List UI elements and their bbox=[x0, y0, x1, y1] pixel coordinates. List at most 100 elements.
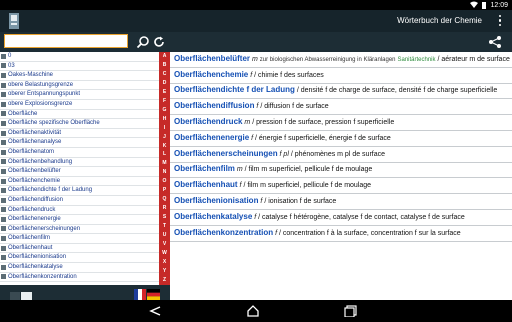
alphabet-letter[interactable]: E bbox=[159, 89, 170, 95]
entry-subject-link[interactable]: Sanitärtechnik bbox=[397, 57, 435, 63]
dictionary-entry[interactable]: Oberflächenenergie f / énergie f superfi… bbox=[170, 131, 512, 147]
entry-term: Oberflächenchemie bbox=[174, 69, 249, 79]
dictionary-entry[interactable]: Oberflächendiffusion f / diffusion f de … bbox=[170, 99, 512, 116]
word-list-label: Oberflächendruck bbox=[8, 206, 56, 213]
word-list-label: Oberflächenhaut bbox=[8, 244, 53, 251]
word-list-item[interactable]: obere Explosionsgrenze bbox=[0, 100, 159, 110]
alphabet-letter[interactable]: N bbox=[159, 170, 170, 175]
alphabet-letter[interactable]: X bbox=[159, 259, 170, 265]
entry-term: Oberflächenerscheinungen bbox=[174, 148, 278, 158]
search-icon[interactable] bbox=[136, 35, 150, 49]
entry-term: Oberflächendichte f der Ladung bbox=[174, 85, 295, 95]
word-list-item[interactable]: Oberflächendruck bbox=[0, 206, 159, 216]
word-list-label: Oberflächenanalyse bbox=[8, 139, 62, 146]
word-list-label: Oberflächenchemie bbox=[8, 177, 61, 184]
alphabet-letter[interactable]: B bbox=[159, 62, 170, 68]
word-entry-icon bbox=[1, 216, 6, 222]
dictionary-entry[interactable]: Oberflächenfilm m / film m superficiel, … bbox=[170, 163, 512, 179]
alphabet-letter[interactable]: L bbox=[159, 152, 170, 157]
wifi-icon bbox=[470, 1, 479, 10]
dictionary-entry[interactable]: Oberflächendichte f der Ladung / densité… bbox=[170, 84, 512, 100]
alphabet-letter[interactable]: U bbox=[159, 233, 170, 238]
word-list-label: Oberflächenfilm bbox=[8, 235, 51, 242]
alphabet-letter[interactable]: M bbox=[159, 161, 170, 166]
alphabet-letter[interactable]: I bbox=[159, 125, 170, 131]
dictionary-entry[interactable]: Oberflächenerscheinungen f pl / phénomèn… bbox=[170, 147, 512, 163]
app-title: Wörterbuch der Chemie bbox=[397, 16, 482, 25]
word-list-item[interactable]: Oberflächenanalyse bbox=[0, 138, 159, 148]
word-list-item[interactable]: Oberflächenchemie bbox=[0, 177, 159, 187]
entry-term: Oberflächenkonzentration bbox=[174, 227, 274, 237]
word-entry-icon bbox=[1, 92, 6, 98]
alphabet-letter[interactable]: K bbox=[159, 143, 170, 149]
word-list-item[interactable]: Oberflächendiffusion bbox=[0, 196, 159, 206]
word-entry-icon bbox=[1, 120, 6, 126]
word-entry-icon bbox=[1, 63, 6, 69]
alphabet-letter[interactable]: T bbox=[159, 224, 170, 229]
back-icon[interactable] bbox=[148, 304, 162, 316]
word-entry-icon bbox=[1, 101, 6, 107]
dictionary-entry[interactable]: Oberflächenionisation f / ionisation f d… bbox=[170, 194, 512, 210]
dictionary-entry[interactable]: Oberflächenhaut f / film m superficiel, … bbox=[170, 178, 512, 195]
word-list-item[interactable]: Oberflächenbelüfter bbox=[0, 167, 159, 177]
dictionary-entry[interactable]: Oberflächenchemie f / chimie f des surfa… bbox=[170, 68, 512, 84]
word-list-item[interactable]: Oberflächendichte f der Ladung bbox=[0, 186, 159, 196]
alphabet-letter[interactable]: S bbox=[159, 215, 170, 220]
alphabet-letter[interactable]: R bbox=[159, 206, 170, 211]
alphabet-letter[interactable]: V bbox=[159, 242, 170, 247]
alphabet-letter[interactable]: P bbox=[159, 188, 170, 193]
word-list-item[interactable]: Oberflächenkatalyse bbox=[0, 263, 159, 273]
word-list-label: Oberflächenenergie bbox=[8, 216, 61, 223]
word-list-item[interactable]: Oberflächenenergie bbox=[0, 215, 159, 225]
app-logo-icon bbox=[6, 12, 22, 30]
alphabet-letter[interactable]: Y bbox=[159, 268, 170, 274]
refresh-icon[interactable] bbox=[152, 35, 166, 49]
word-list-item[interactable]: Oberflächenfilm bbox=[0, 234, 159, 244]
word-list-label: Oberflächenatom bbox=[8, 148, 55, 155]
alphabet-letter[interactable]: G bbox=[159, 107, 170, 113]
alphabet-letter[interactable]: C bbox=[159, 71, 170, 77]
overflow-menu-icon[interactable] bbox=[496, 13, 504, 29]
dictionary-entry[interactable]: Oberflächenkatalyse f / catalyse f hétér… bbox=[170, 210, 512, 226]
dictionary-entry[interactable]: Oberflächenkonzentration f / concentrati… bbox=[170, 226, 512, 242]
word-list-item[interactable]: Oberflächenkonzentration bbox=[0, 273, 159, 283]
alphabet-letter[interactable]: O bbox=[159, 179, 170, 184]
entry-gender: f bbox=[250, 71, 253, 79]
alphabet-letter[interactable]: Z bbox=[159, 277, 170, 283]
word-list-item[interactable]: Oberflächenionisation bbox=[0, 253, 159, 264]
word-list-label: Oberflächenbelüfter bbox=[8, 168, 61, 175]
word-list-item[interactable]: 0 bbox=[0, 52, 159, 62]
word-list-item[interactable]: 03 bbox=[0, 62, 159, 72]
word-list-item[interactable]: Oberfläche spezifische Oberfläche bbox=[0, 119, 159, 129]
entry-gender: f bbox=[275, 229, 278, 237]
word-list-item[interactable]: Oakes-Maschine bbox=[0, 71, 159, 81]
alphabet-letter[interactable]: Q bbox=[159, 197, 170, 202]
language-flag-toggle[interactable] bbox=[134, 287, 160, 300]
search-input[interactable] bbox=[4, 34, 128, 48]
word-list-item[interactable]: oberer Entspannungspunkt bbox=[0, 90, 159, 100]
word-list-item[interactable]: Oberflächenaktivität bbox=[0, 129, 159, 139]
word-list-item[interactable]: Oberflächenerscheinungen bbox=[0, 225, 159, 235]
word-list-item[interactable]: Oberflächenhaut bbox=[0, 244, 159, 254]
alphabet-letter[interactable]: A bbox=[159, 54, 170, 59]
word-entry-icon bbox=[1, 149, 6, 155]
alphabet-letter[interactable]: D bbox=[159, 80, 170, 86]
word-list-label: Oberflächenbehandlung bbox=[8, 158, 73, 165]
dictionary-entry[interactable]: Oberflächendruck m / pression f de surfa… bbox=[170, 115, 512, 131]
word-entry-icon bbox=[1, 140, 6, 146]
entry-translation: / film m superficiel, pellicule f de mou… bbox=[244, 166, 373, 174]
word-list-item[interactable]: obere Belastungsgrenze bbox=[0, 81, 159, 91]
home-icon[interactable] bbox=[246, 304, 260, 317]
alphabet-letter[interactable]: J bbox=[159, 134, 170, 140]
alphabet-letter[interactable]: F bbox=[159, 98, 170, 104]
recents-icon[interactable] bbox=[344, 304, 358, 318]
word-list-item[interactable]: Oberflächenbehandlung bbox=[0, 158, 159, 168]
word-list-item[interactable]: Oberflächenatom bbox=[0, 148, 159, 158]
dictionary-entry[interactable]: Oberflächenbelüfter m zur biologischen A… bbox=[170, 52, 512, 68]
alphabet-letter[interactable]: W bbox=[159, 250, 170, 256]
share-icon[interactable] bbox=[488, 35, 502, 49]
alphabet-letter[interactable]: H bbox=[159, 116, 170, 122]
word-list-item[interactable]: Oberfläche bbox=[0, 110, 159, 120]
word-entry-icon bbox=[1, 255, 6, 261]
translation-direction-icon[interactable] bbox=[10, 288, 32, 301]
